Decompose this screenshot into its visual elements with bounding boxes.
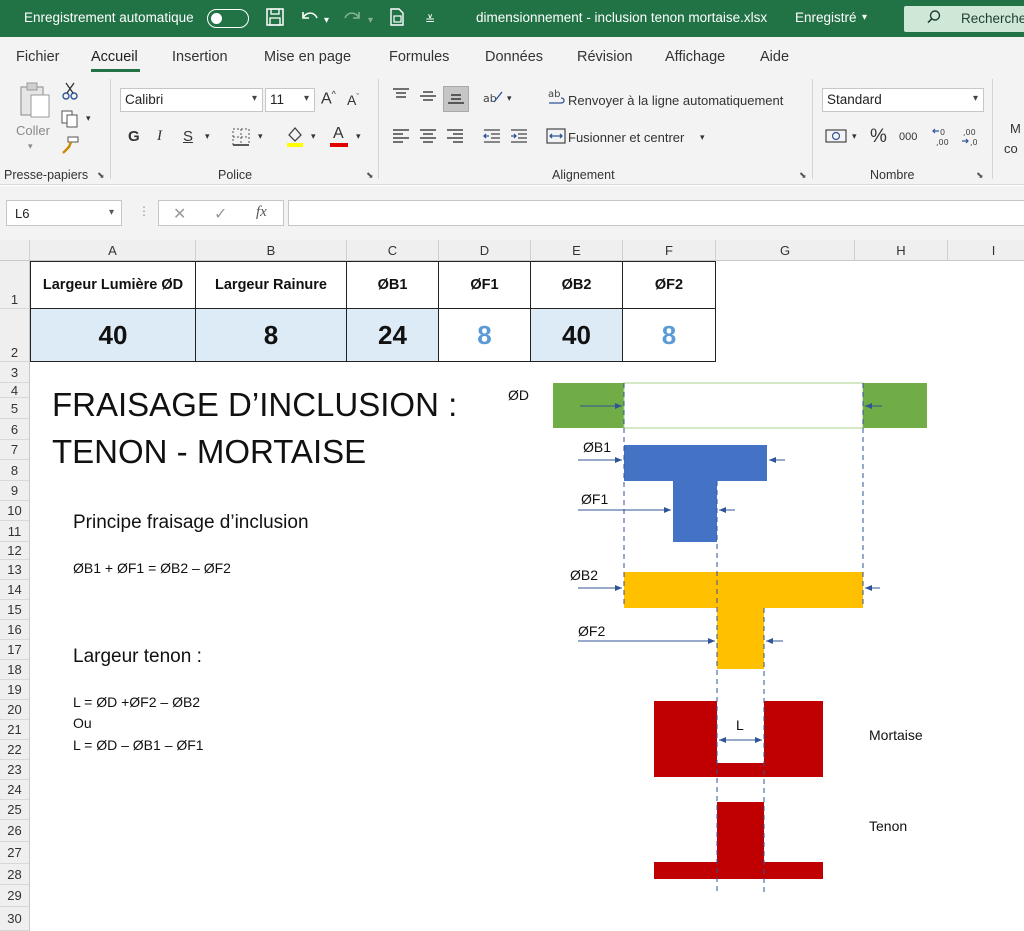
diagram-label-b2: ØB2 [570,567,598,583]
diagram-f2-block [717,608,764,669]
diagram-label-l: L [736,717,744,733]
diagram-tenon-base [654,862,823,879]
diagram-b1-block [624,445,767,481]
diagram-label-f2: ØF2 [578,623,605,639]
inclusion-diagram: ØD ØB1 ØF1 ØB2 ØF2 L Mortaise Tenon [508,382,927,895]
diagram-label-f1: ØF1 [581,491,608,507]
diagram-tenon-stem [717,802,764,862]
diagram-d-opening [623,382,864,429]
diagram-mortaise-left [654,701,717,777]
diagram-label-b1: ØB1 [583,439,611,455]
diagram-mortaise-bottom [717,763,764,777]
diagram-label-d: ØD [508,387,529,403]
diagram-f1-block [673,481,717,542]
diagram-b2-block [624,572,863,608]
diagram-mortaise-right [764,701,823,777]
diagram-label-mortaise: Mortaise [869,727,923,743]
diagram-label-tenon: Tenon [869,818,907,834]
